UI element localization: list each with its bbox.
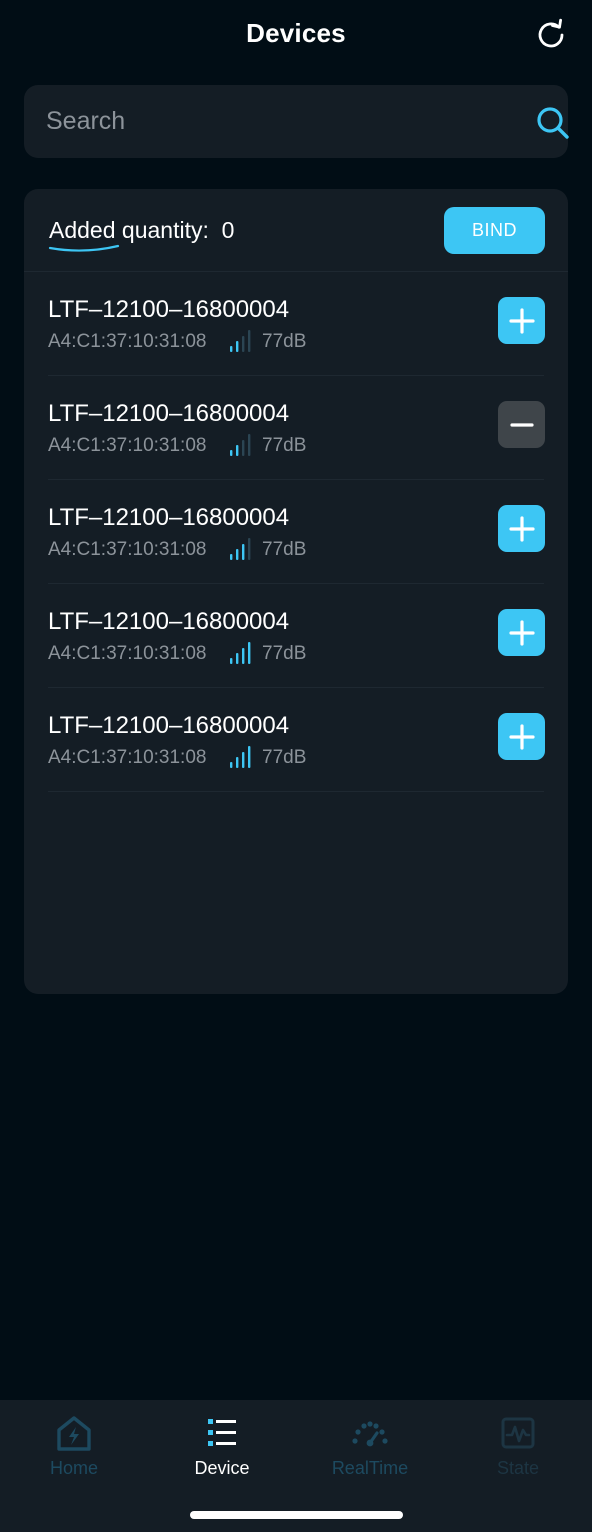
device-row: LTF–12100–16800004 A4:C1:37:10:31:08 77dB <box>48 272 545 376</box>
signal-bar <box>242 440 245 456</box>
device-mac-address: A4:C1:37:10:31:08 <box>48 643 207 664</box>
signal-bar <box>242 336 245 352</box>
signal-bar <box>236 653 239 664</box>
devices-screen: Devices Added quantity: 0 <box>0 0 592 1532</box>
plus-icon <box>508 619 535 646</box>
header: Devices <box>0 0 592 72</box>
home-icon <box>57 1416 91 1451</box>
nav-label: Device <box>194 1458 250 1478</box>
signal-strength-icon <box>230 746 251 768</box>
signal-bar <box>248 642 251 664</box>
device-row: LTF–12100–16800004 A4:C1:37:10:31:08 77dB <box>48 376 545 480</box>
signal-strength-icon <box>230 330 251 352</box>
underline-decoration-icon <box>48 244 120 252</box>
signal-bar <box>248 330 251 352</box>
added-quantity-label: Added quantity: 0 <box>48 217 235 252</box>
add-device-button[interactable] <box>498 609 545 656</box>
device-name: LTF–12100–16800004 <box>48 296 290 323</box>
signal-bar <box>248 538 251 560</box>
plus-icon <box>508 515 535 542</box>
plus-icon <box>508 307 535 334</box>
device-card: Added quantity: 0 BIND LTF–12100–1680000… <box>24 189 568 994</box>
add-device-button[interactable] <box>498 505 545 552</box>
signal-strength-icon <box>230 642 251 664</box>
signal-strength-icon <box>230 538 251 560</box>
device-mac-address: A4:C1:37:10:31:08 <box>48 747 207 768</box>
search-icon[interactable] <box>534 104 572 142</box>
nav-item-device[interactable]: Device <box>148 1400 296 1490</box>
signal-bar <box>230 658 233 664</box>
refresh-icon <box>538 18 564 48</box>
device-row: LTF–12100–16800004 A4:C1:37:10:31:08 77dB <box>48 480 545 584</box>
nav-label: Home <box>49 1458 98 1478</box>
device-name: LTF–12100–16800004 <box>48 400 290 427</box>
signal-bar <box>248 434 251 456</box>
signal-bar <box>248 746 251 768</box>
device-signal-db: 77dB <box>262 539 307 560</box>
device-name: LTF–12100–16800004 <box>48 712 290 739</box>
plus-icon <box>508 723 535 750</box>
page-title: Devices <box>246 18 346 48</box>
home-indicator <box>190 1511 403 1519</box>
added-quantity-row: Added quantity: 0 BIND <box>24 189 568 272</box>
signal-bar <box>230 346 233 352</box>
nav-item-home[interactable]: Home <box>0 1400 148 1490</box>
signal-bar <box>230 450 233 456</box>
signal-strength-icon <box>230 434 251 456</box>
signal-bar <box>236 549 239 560</box>
signal-bar <box>236 341 239 352</box>
device-signal-db: 77dB <box>262 747 307 768</box>
gauge-icon <box>352 1421 388 1447</box>
signal-bar <box>236 445 239 456</box>
device-name: LTF–12100–16800004 <box>48 504 290 531</box>
add-device-button[interactable] <box>498 297 545 344</box>
device-name: LTF–12100–16800004 <box>48 608 290 635</box>
search-input[interactable] <box>46 85 506 158</box>
device-signal-db: 77dB <box>262 331 307 352</box>
bind-button[interactable]: BIND <box>444 207 545 254</box>
signal-bar <box>242 648 245 664</box>
device-list: LTF–12100–16800004 A4:C1:37:10:31:08 77dB L… <box>48 272 545 792</box>
device-mac-address: A4:C1:37:10:31:08 <box>48 331 207 352</box>
add-device-button[interactable] <box>498 713 545 760</box>
added-count: 0 <box>221 217 235 243</box>
search-box <box>24 85 569 158</box>
device-mac-address: A4:C1:37:10:31:08 <box>48 435 207 456</box>
refresh-button[interactable] <box>530 14 572 56</box>
nav-item-realtime[interactable]: RealTime <box>296 1400 444 1490</box>
wave-chart-icon <box>501 1417 535 1449</box>
nav-item-state[interactable]: State <box>444 1400 592 1490</box>
device-mac-address: A4:C1:37:10:31:08 <box>48 539 207 560</box>
signal-bar <box>242 544 245 560</box>
signal-bar <box>230 762 233 768</box>
nav-label: State <box>496 1458 540 1478</box>
device-row: LTF–12100–16800004 A4:C1:37:10:31:08 77dB <box>48 584 545 688</box>
remove-device-button[interactable] <box>498 401 545 448</box>
device-row: LTF–12100–16800004 A4:C1:37:10:31:08 77dB <box>48 688 545 792</box>
signal-bar <box>242 752 245 768</box>
device-signal-db: 77dB <box>262 435 307 456</box>
added-word: Added <box>48 217 120 252</box>
device-list-icon <box>208 1419 236 1446</box>
device-signal-db: 77dB <box>262 643 307 664</box>
signal-bar <box>236 757 239 768</box>
signal-bar <box>230 554 233 560</box>
minus-icon <box>509 422 534 427</box>
nav-label: RealTime <box>331 1458 409 1478</box>
